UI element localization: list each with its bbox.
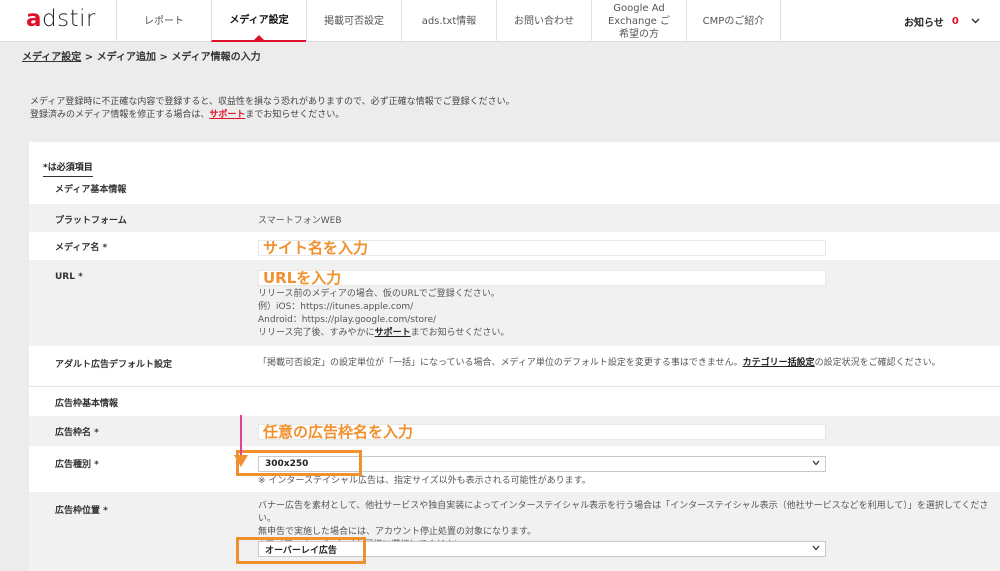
adult-default-row: アダルト広告デフォルト設定 「掲載可否設定」の設定単位が「一括」になっている場合… [29,346,1000,378]
nav-report[interactable]: レポート [116,0,211,42]
media-name-input[interactable]: サイト名を入力 [258,240,826,256]
url-label: URL * [55,272,83,282]
platform-label: プラットフォーム [55,216,127,226]
section-divider [29,386,1000,387]
url-row: URL * URLを入力 リリース前のメディアの場合、仮のURLでご登録ください… [29,260,1000,346]
breadcrumb-media-add: メディア追加 [96,52,156,63]
media-basic-section-title: メディア基本情報 [55,184,127,195]
support-link[interactable]: サポート [209,110,245,120]
chevron-down-icon [812,459,820,468]
notice-label: お知らせ [904,17,944,29]
ad-position-label: 広告枠位置 * [55,506,108,516]
nav-cmp[interactable]: CMPのご紹介 [686,0,781,42]
ad-name-input[interactable]: 任意の広告枠名を入力 [258,424,826,440]
adult-default-help: 「掲載可否設定」の設定単位が「一括」になっている場合、メディア単位のデフォルト設… [258,358,941,368]
platform-value: スマートフォンWEB [258,216,342,226]
ad-name-label: 広告枠名 * [55,428,99,438]
media-name-row: メディア名 * サイト名を入力 [29,232,1000,260]
ad-name-row: 広告枠名 * 任意の広告枠名を入力 [29,416,1000,446]
ad-type-label: 広告種別 * [55,460,99,470]
required-note: *は必須項目 [43,160,93,177]
breadcrumb-media-info: メディア情報の入力 [171,52,261,63]
ad-basic-section-title: 広告枠基本情報 [55,398,119,409]
platform-row: プラットフォーム スマートフォンWEB [29,204,1000,232]
ad-position-row: 広告枠位置 * バナー広告を素材として、他社サービスや独自実装によってインタース… [29,492,1000,571]
adult-default-label: アダルト広告デフォルト設定 [55,360,173,370]
chevron-down-icon [971,16,980,27]
nav-google-adx[interactable]: Google Ad Exchange ご希望の方 [591,0,686,42]
adstir-logo[interactable]: adstir [26,6,96,32]
top-header: adstir レポート メディア設定 掲載可否設定 ads.txt情報 お問い合… [0,0,1000,42]
media-form-panel: *は必須項目 メディア基本情報 プラットフォーム スマートフォンWEB メディア… [29,142,1000,571]
ad-type-row: 広告種別 * 300x250 ※ インターステイシャル広告は、指定サイズ以外も表… [29,446,1000,492]
notice-menu[interactable]: お知らせ 0 [876,0,1000,42]
highlight-ad-position [236,537,366,564]
chevron-down-icon [812,544,820,553]
url-support-link[interactable]: サポート [375,328,411,338]
notice-count-badge: 0 [951,15,959,27]
ad-type-help: ※ インターステイシャル広告は、指定サイズ以外も表示される可能性があります。 [258,476,591,486]
intro-text: メディア登録時に不正確な内容で登録すると、収益性を損なう恐れがありますので、必ず… [30,97,515,120]
nav-ads-txt[interactable]: ads.txt情報 [401,0,496,42]
arrow-down-icon [234,455,248,467]
nav-media-settings[interactable]: メディア設定 [211,0,306,42]
breadcrumb: メディア設定 > メディア追加 > メディア情報の入力 [22,52,261,63]
highlight-ad-type [236,450,362,476]
nav-contact[interactable]: お問い合わせ [496,0,591,42]
url-input[interactable]: URLを入力 [258,270,826,286]
url-help: リリース前のメディアの場合、仮のURLでご登録ください。 例）iOS：https… [258,289,510,338]
media-name-label: メディア名 * [55,243,108,253]
nav-ad-approval-settings[interactable]: 掲載可否設定 [306,0,401,42]
breadcrumb-media-settings[interactable]: メディア設定 [22,52,81,63]
category-bulk-setting-link[interactable]: カテゴリー括設定 [743,358,815,368]
